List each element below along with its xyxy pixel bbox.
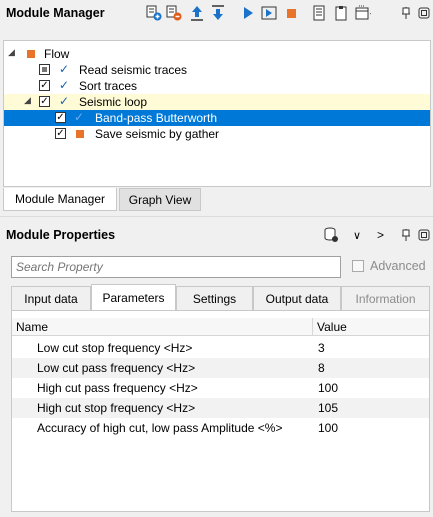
tab-graph-view[interactable]: Graph View [119,188,201,211]
pin-icon[interactable] [398,5,414,21]
table-row[interactable]: Low cut stop frequency <Hz> 3 [12,338,429,358]
module-manager-title: Module Manager [6,6,105,20]
property-value[interactable]: 8 [318,361,325,375]
property-value[interactable]: 100 [318,421,338,435]
module-tree: ◢ Flow ✓ Read seismic traces ✓ ✓ Sort tr… [3,40,431,187]
check-icon: ✓ [59,78,70,92]
check-icon: ✓ [59,62,70,76]
check-icon: ✓ [59,94,70,108]
document-icon[interactable] [311,5,327,21]
column-divider[interactable] [312,318,313,336]
tab-parameters[interactable]: Parameters [91,284,176,311]
property-value[interactable]: 100 [318,381,338,395]
tree-item-label: Save seismic by gather [95,127,220,141]
pin-icon[interactable] [398,227,414,243]
property-name: High cut stop frequency <Hz> [37,401,196,415]
tab-label: Graph View [128,192,192,207]
tab-information[interactable]: Information [341,286,430,311]
tab-module-manager[interactable]: Module Manager [3,188,117,211]
tab-label: Parameters [102,290,165,305]
chevron-down-icon[interactable]: ◢ [24,95,31,106]
run-icon[interactable] [240,5,256,21]
property-name: Low cut stop frequency <Hz> [37,341,193,355]
property-value[interactable]: 3 [318,341,325,355]
property-name: Accuracy of high cut, low pass Amplitude… [37,421,283,435]
table-row[interactable]: High cut stop frequency <Hz> 105 [12,398,429,418]
property-name: Low cut pass frequency <Hz> [37,361,196,375]
tree-item-seismic-loop[interactable]: ◢ ✓ ✓ Seismic loop [4,94,430,110]
flow-icon [27,50,35,58]
tree-item-sort-traces[interactable]: ✓ ✓ Sort traces [4,78,430,94]
property-name: High cut pass frequency <Hz> [37,381,198,395]
clipboard-icon[interactable] [333,5,349,21]
module-icon [76,130,84,138]
panel-divider [0,216,433,217]
tab-label: Settings [192,291,237,306]
restore-icon[interactable] [416,5,432,21]
move-down-icon[interactable] [210,5,226,21]
checked-checkbox[interactable]: ✓ [55,112,66,123]
stop-icon[interactable] [283,5,299,21]
tab-label: Information [355,291,416,306]
column-header-value[interactable]: Value [317,320,347,334]
tree-item-label: Flow [44,47,70,61]
chevron-right-icon[interactable]: > [377,228,384,242]
checked-checkbox[interactable]: ✓ [39,96,50,107]
tab-label: Output data [265,291,329,306]
database-settings-icon[interactable] [323,227,339,243]
check-icon: ✓ [74,110,85,124]
chevron-down-icon[interactable]: ◢ [8,47,15,58]
table-row[interactable]: Low cut pass frequency <Hz> 8 [12,358,429,378]
advanced-checkbox[interactable] [352,260,364,272]
tab-output-data[interactable]: Output data [253,286,341,311]
restore-icon[interactable] [416,227,432,243]
tree-item-label: Seismic loop [79,95,148,109]
window-layout-icon[interactable] [355,5,371,21]
tree-item-read-seismic-traces[interactable]: ✓ Read seismic traces [4,62,430,78]
tree-item-save-seismic-by-gather[interactable]: ✓ Save seismic by gather [4,126,430,142]
search-property-input[interactable] [11,256,341,278]
tree-item-band-pass-butterworth[interactable]: ✓ ✓ Band-pass Butterworth [4,110,430,126]
partial-checkbox[interactable] [39,64,50,75]
module-properties-title: Module Properties [6,228,116,242]
add-module-icon[interactable] [146,5,162,21]
property-value[interactable]: 105 [318,401,338,415]
tab-input-data[interactable]: Input data [11,286,91,311]
checked-checkbox[interactable]: ✓ [55,128,66,139]
column-header-name[interactable]: Name [16,320,48,334]
run-step-icon[interactable] [261,5,277,21]
table-row[interactable]: High cut pass frequency <Hz> 100 [12,378,429,398]
advanced-label: Advanced [370,259,426,273]
tab-settings[interactable]: Settings [176,286,253,311]
tree-item-flow[interactable]: ◢ Flow [4,46,430,62]
tab-label: Input data [24,291,78,306]
tree-item-label: Sort traces [79,79,138,93]
tree-item-label: Band-pass Butterworth [95,111,218,125]
property-grid: Name Value Low cut stop frequency <Hz> 3… [11,310,430,512]
table-row[interactable]: Accuracy of high cut, low pass Amplitude… [12,418,429,438]
grid-header: Name Value [12,318,429,336]
tree-item-label: Read seismic traces [79,63,188,77]
chevron-down-icon[interactable]: ∨ [353,229,361,242]
remove-module-icon[interactable] [166,5,182,21]
tab-label: Module Manager [14,192,106,206]
checked-checkbox[interactable]: ✓ [39,80,50,91]
move-up-icon[interactable] [189,5,205,21]
